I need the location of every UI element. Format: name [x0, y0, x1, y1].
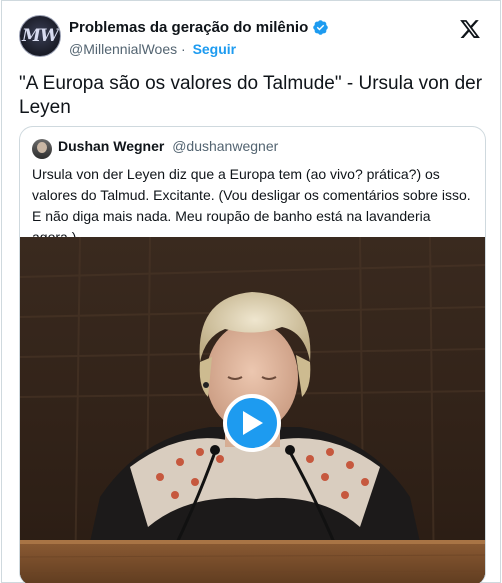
x-logo-icon[interactable] [459, 18, 481, 40]
author-handle-row: @MillennialWoes · Seguir [69, 41, 236, 57]
author-handle[interactable]: @MillennialWoes [69, 41, 177, 57]
verified-badge-icon [313, 20, 329, 35]
tweet-card: MW Problemas da geração do milênio @Mill… [1, 0, 501, 583]
avatar-logo-text: MW [22, 26, 59, 46]
tweet-text: "A Europa são os valores do Talmude" - U… [19, 73, 483, 118]
follow-button[interactable]: Seguir [193, 41, 237, 57]
quoted-author-name[interactable]: Dushan Wegner [58, 138, 164, 154]
quoted-tweet[interactable]: Dushan Wegner @dushanwegner Ursula von d… [19, 126, 486, 583]
author-display-name[interactable]: Problemas da geração do milênio [69, 19, 308, 36]
quoted-tweet-text: Ursula von der Leyen diz que a Europa te… [32, 166, 471, 245]
author-name-row[interactable]: Problemas da geração do milênio [69, 19, 329, 36]
quoted-author-avatar[interactable] [32, 139, 52, 159]
avatar-face [37, 142, 47, 153]
play-icon [243, 411, 263, 435]
play-button[interactable] [223, 394, 281, 452]
quoted-author-row: Dushan Wegner @dushanwegner [58, 138, 278, 154]
quoted-author-handle[interactable]: @dushanwegner [172, 138, 278, 154]
author-avatar[interactable]: MW [19, 15, 61, 57]
video-thumbnail[interactable] [20, 237, 485, 583]
handle-separator: · [181, 41, 186, 57]
